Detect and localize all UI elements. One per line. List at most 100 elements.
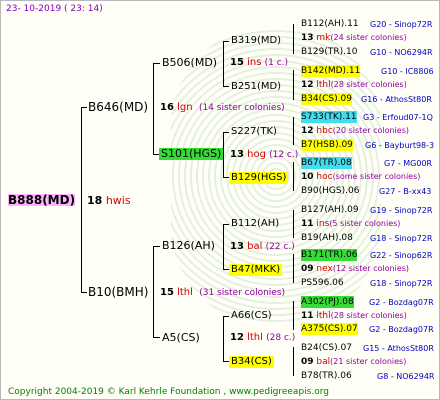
g5-1-bot-ref: G16 - AthosSt80R (361, 95, 432, 104)
queen-b126[interactable]: B126(AH) (162, 240, 215, 252)
g5-7-bot-ref: G8 - NO6294R (377, 372, 435, 381)
queen-b319[interactable]: B319(MD) (231, 35, 281, 47)
queen-s227[interactable]: S227(TK) (231, 126, 277, 138)
b10-breeder: 15 lthl (31 sister colonies) (160, 287, 285, 299)
connector-root-top (81, 107, 87, 108)
connector-b646-top (153, 63, 160, 64)
copyright-text: Copyright 2004-2019 © Karl Kehrle Founda… (8, 387, 221, 397)
g5-3-tag: hoc (316, 172, 333, 182)
g5-1-bot[interactable]: B34(CS).09 (301, 93, 352, 105)
queen-b251[interactable]: B251(MD) (231, 81, 281, 93)
footer: Copyright 2004-2019 © Karl Kehrle Founda… (8, 387, 329, 397)
b126-tag: bal (247, 241, 263, 252)
g5-4-top[interactable]: B127(AH).09 (301, 204, 359, 216)
queen-b506[interactable]: B506(MD) (162, 57, 217, 69)
g5-1-top[interactable]: B142(MD).11 (301, 65, 361, 77)
g5-0-top[interactable]: B112(AH).11 (301, 18, 359, 30)
queen-b129[interactable]: B129(HGS) (229, 172, 289, 184)
connector-g4-6 (293, 301, 294, 330)
g5-7-mid: 09 bal(21 sister colonies) (301, 356, 406, 368)
g5-7-top[interactable]: B24(CS).07 (301, 342, 352, 354)
queen-b112[interactable]: B112(AH) (231, 218, 279, 230)
s101-num: 13 (230, 149, 244, 160)
connector-root (81, 107, 82, 293)
g5-1-mid: 12 lthl(28 sister colonies) (301, 79, 407, 91)
root-name: B888(MD) (8, 193, 76, 207)
g5-6-sis: (28 sister colonies) (330, 311, 407, 320)
g5-6-bot[interactable]: A375(CS).07 (301, 323, 358, 335)
g5-3-sis: (some sister colonies) (332, 172, 421, 181)
s101-tag: hog (247, 149, 266, 160)
g5-5-top[interactable]: B171(TR).06 (301, 249, 358, 261)
a5-num: 12 (230, 332, 244, 343)
root-num: 18 (87, 194, 103, 207)
b506-num: 15 (230, 57, 244, 68)
g5-6-bot-ref: G2 - Bozdag07R (369, 325, 434, 334)
g5-6-mid: 11 lthl(28 sister colonies) (301, 310, 407, 322)
g5-1-top-ref: G10 - IC8806 (381, 67, 434, 76)
g5-5-mid: 09 nex(12 sister colonies) (301, 263, 409, 275)
g5-2-bot[interactable]: B7(HSB).09 (301, 139, 353, 151)
b506-tag: ins (247, 57, 262, 68)
b126-extra: (22 c.) (265, 242, 295, 252)
g5-7-num: 09 (301, 357, 314, 367)
g5-0-bot-ref: G10 - NO6294R (370, 48, 433, 57)
connector-root-bottom (81, 292, 87, 293)
g5-3-bot[interactable]: B90(HGS).06 (301, 185, 359, 197)
g5-5-tag: nex (316, 264, 333, 274)
connector-g4-1 (293, 70, 294, 100)
g5-2-sis: (20 sister colonies) (332, 126, 409, 135)
connector-g4-5 (293, 254, 294, 283)
b646-num: 16 (160, 102, 174, 113)
connector-g3-1-top (223, 132, 229, 133)
g5-4-top-ref: G19 - Sinop72R (370, 206, 433, 215)
g5-2-tag: hbc (316, 126, 333, 136)
b506-breeder: 15 ins (1 c.) (230, 57, 288, 69)
queen-a5[interactable]: A5(CS) (162, 332, 200, 344)
g5-5-bot-ref: G18 - Sinop72R (370, 279, 433, 288)
queen-b34[interactable]: B34(CS) (229, 356, 274, 368)
g5-0-bot[interactable]: B129(TR).10 (301, 46, 357, 58)
g5-2-bot-ref: G6 - Bayburt98-3 (365, 141, 435, 150)
g5-0-sis: (24 sister colonies) (330, 33, 407, 42)
g5-7-top-ref: G15 - AthosSt80R (363, 344, 434, 353)
site-link[interactable]: www.pedigreeapis.org (229, 387, 329, 397)
g5-1-tag: lthl (316, 80, 331, 90)
g5-6-top[interactable]: A302(PJ).08 (301, 296, 354, 308)
queen-b10[interactable]: B10(BMH) (88, 286, 148, 298)
g5-7-sis: (21 sister colonies) (330, 357, 407, 366)
b646-tag: lgn (177, 102, 193, 113)
s101-breeder: 13 hog (12 c.) (230, 149, 298, 161)
g5-6-top-ref: G2 - Bozdag07R (369, 298, 434, 307)
b506-extra: (1 c.) (264, 58, 289, 68)
g5-6-tag: lthl (316, 311, 331, 321)
g5-0-num: 13 (301, 33, 314, 43)
g5-0-mid: 13 mk(24 sister colonies) (301, 32, 407, 44)
connector-b10 (153, 246, 154, 338)
connector-g3-0-top (223, 41, 229, 42)
connector-g3-3-top (223, 316, 229, 317)
g5-4-bot[interactable]: B19(AH).08 (301, 232, 353, 244)
connector-b646 (153, 63, 154, 155)
g5-3-mid: 10 hoc(some sister colonies) (301, 171, 420, 183)
a5-tag: lthl (247, 332, 263, 343)
b126-num: 13 (230, 241, 244, 252)
g5-0-tag: mk (316, 33, 331, 43)
queen-a66[interactable]: A66(CS) (231, 310, 272, 322)
g5-3-top[interactable]: B67(TR).08 (301, 157, 352, 169)
g5-2-top[interactable]: S733(TK).11 (301, 111, 357, 123)
g5-4-tag: ins (316, 219, 330, 229)
connector-g4-4 (293, 210, 294, 238)
g5-5-bot[interactable]: PS596.06 (301, 277, 344, 289)
g5-7-bot[interactable]: B78(TR).06 (301, 370, 352, 382)
b10-num: 15 (160, 287, 174, 298)
g5-5-top-ref: G22 - Sinop62R (370, 251, 433, 260)
queen-root[interactable]: B888(MD) (8, 193, 76, 207)
queen-b47[interactable]: B47(MKK) (229, 264, 283, 276)
g5-5-sis: (12 sister colonies) (332, 264, 410, 273)
b646-breeder: 16 lgn (14 sister colonies) (160, 102, 285, 114)
g5-4-bot-ref: G18 - Sinop72R (370, 234, 433, 243)
g5-4-sis: (5 sister colonies) (329, 219, 401, 228)
queen-b646[interactable]: B646(MD) (88, 101, 148, 113)
queen-s101[interactable]: S101(HGS) (159, 148, 224, 160)
